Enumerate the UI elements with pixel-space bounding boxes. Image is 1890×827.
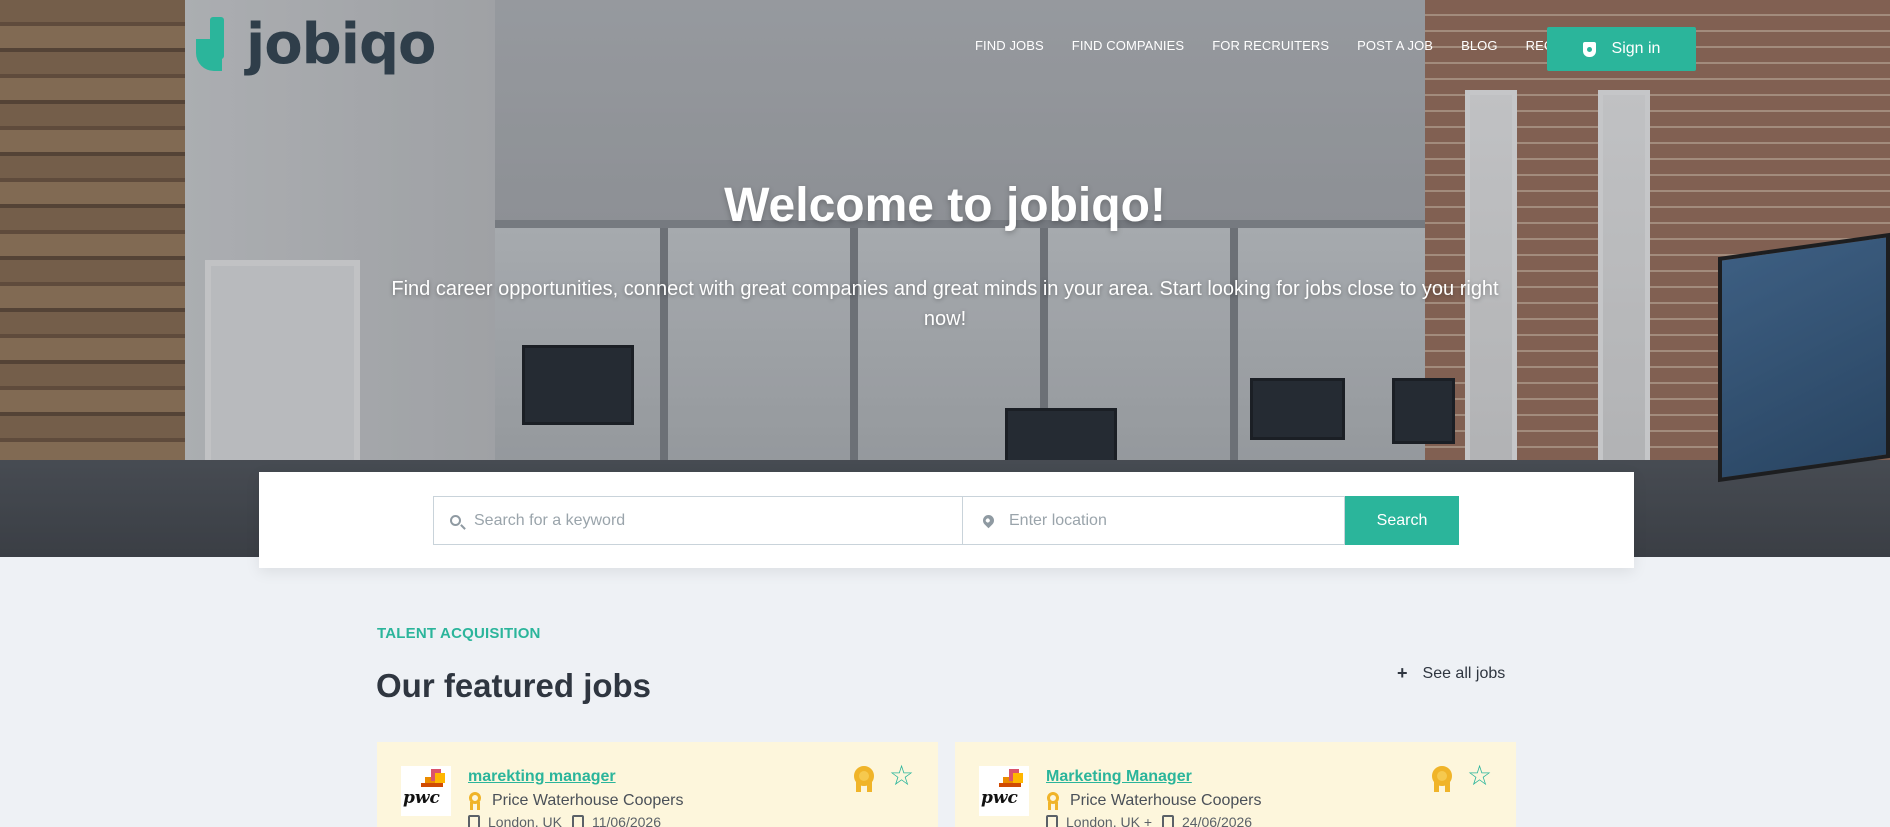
logo-text: jobiqo: [246, 12, 437, 77]
nav-find-companies[interactable]: FIND COMPANIES: [1072, 38, 1184, 53]
company-logo[interactable]: pwc: [979, 766, 1029, 816]
job-company-name: Price Waterhouse Coopers: [1070, 792, 1262, 809]
location-icon: [1046, 815, 1058, 827]
section-kicker: TALENT ACQUISITION: [377, 625, 541, 642]
company-logo-text: pwc: [403, 788, 440, 808]
featured-badge-icon: [853, 766, 875, 792]
site-logo[interactable]: jobiqo: [196, 12, 437, 77]
job-card[interactable]: pwc marekting manager Price Waterhouse C…: [377, 742, 938, 827]
hero-title: Welcome to jobiqo!: [724, 179, 1166, 232]
job-title-link[interactable]: marekting manager: [468, 768, 616, 786]
logo-mark-icon: [196, 17, 236, 73]
location-icon: [468, 815, 480, 827]
job-location: London, UK +: [1066, 814, 1153, 827]
job-date: 11/06/2026: [591, 814, 661, 827]
hero-subtitle: Find career opportunities, connect with …: [391, 278, 1499, 330]
company-logo[interactable]: pwc: [401, 766, 451, 816]
search-panel: Search: [259, 472, 1634, 568]
location-pin-icon: [980, 512, 997, 529]
featured-badge-icon: [1431, 766, 1453, 792]
job-company: Price Waterhouse Coopers: [468, 792, 684, 810]
keyword-input[interactable]: [474, 511, 962, 530]
sign-in-label: Sign in: [1611, 40, 1661, 57]
company-logo-text: pwc: [981, 788, 1018, 808]
location-input[interactable]: [1009, 511, 1344, 530]
job-date: 24/06/2026: [1182, 814, 1253, 827]
job-company-name: Price Waterhouse Coopers: [492, 792, 684, 809]
nav-for-recruiters[interactable]: FOR RECRUITERS: [1212, 38, 1329, 53]
job-company: Price Waterhouse Coopers: [1046, 792, 1262, 810]
location-field[interactable]: [963, 496, 1345, 545]
job-card[interactable]: pwc Marketing Manager Price Waterhouse C…: [955, 742, 1516, 827]
nav-blog[interactable]: BLOG: [1461, 38, 1498, 53]
star-icon[interactable]: ☆: [889, 762, 914, 790]
star-icon[interactable]: ☆: [1467, 762, 1492, 790]
shield-lock-icon: [1582, 41, 1596, 57]
job-meta: London, UK + 24/06/2026: [1046, 814, 1252, 827]
job-title-link[interactable]: Marketing Manager: [1046, 768, 1192, 786]
job-location: London, UK: [488, 814, 562, 827]
award-icon: [1046, 792, 1060, 810]
calendar-icon: [1162, 815, 1175, 827]
search-icon: [450, 515, 461, 526]
search-button[interactable]: Search: [1345, 496, 1459, 545]
see-all-jobs-label: See all jobs: [1422, 664, 1506, 682]
nav-find-jobs[interactable]: FIND JOBS: [975, 38, 1044, 53]
main-nav: FIND JOBS FIND COMPANIES FOR RECRUITERS …: [975, 38, 1599, 53]
sign-in-button[interactable]: Sign in: [1547, 27, 1696, 71]
keyword-field[interactable]: [433, 496, 963, 545]
section-title: Our featured jobs: [376, 667, 652, 704]
plus-icon: +: [1397, 663, 1408, 683]
calendar-icon: [571, 815, 584, 827]
award-icon: [468, 792, 482, 810]
search-form: Search: [433, 496, 1459, 545]
nav-post-a-job[interactable]: POST A JOB: [1357, 38, 1433, 53]
job-meta: London, UK 11/06/2026: [468, 814, 661, 827]
see-all-jobs-link[interactable]: + See all jobs: [1397, 663, 1505, 684]
